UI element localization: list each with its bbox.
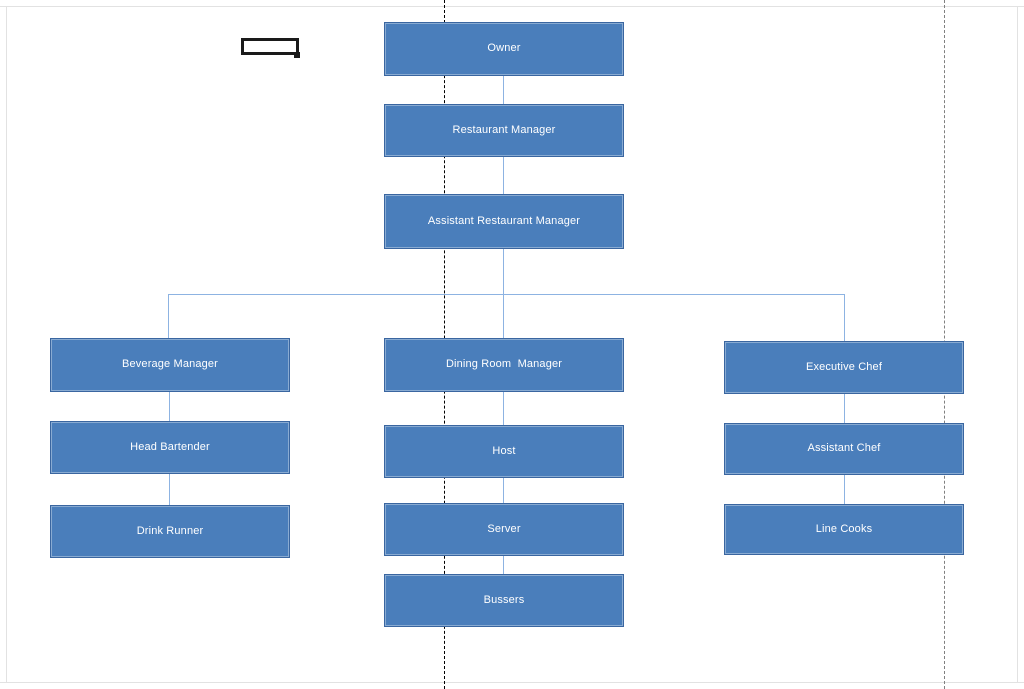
org-node-asst-chef[interactable]: Assistant Chef (724, 423, 964, 475)
connector-branch-center-drop (503, 294, 504, 338)
connector-asstchef-to-linecooks (844, 475, 845, 504)
connector-bev-to-headbar (169, 392, 170, 421)
org-chart-canvas: Owner Restaurant Manager Assistant Restaur… (0, 0, 1024, 689)
org-node-label: Assistant Restaurant Manager (427, 214, 581, 227)
org-node-label: Beverage Manager (122, 358, 218, 371)
org-node-label: Owner (487, 42, 521, 55)
org-node-line-cooks[interactable]: Line Cooks (724, 504, 964, 555)
connector-rest-mgr-to-asst-mgr (503, 157, 504, 194)
org-node-label: Drink Runner (136, 524, 204, 537)
org-node-label: Dining Room Manager (445, 358, 563, 371)
org-node-rest-mgr[interactable]: Restaurant Manager (384, 104, 624, 157)
org-node-label: Line Cooks (815, 522, 873, 535)
connector-headbar-to-drinkrunner (169, 474, 170, 505)
shape-resize-handle[interactable] (294, 52, 300, 58)
connector-dining-to-host (503, 392, 504, 425)
org-node-label: Restaurant Manager (452, 123, 556, 136)
page-border-bottom (0, 682, 1024, 683)
page-border-left (6, 6, 7, 683)
connector-branch-bus (168, 294, 845, 295)
connector-asst-mgr-drop (503, 249, 504, 294)
page-border-right (1017, 6, 1018, 683)
org-node-owner[interactable]: Owner (384, 22, 624, 76)
connector-branch-right-drop (844, 294, 845, 341)
page-border-top (0, 6, 1024, 7)
org-node-exec-chef[interactable]: Executive Chef (724, 341, 964, 394)
org-node-label: Bussers (483, 593, 525, 606)
org-node-label: Assistant Chef (807, 442, 881, 455)
org-node-bussers[interactable]: Bussers (384, 574, 624, 627)
org-node-server[interactable]: Server (384, 503, 624, 556)
org-node-bev-mgr[interactable]: Beverage Manager (50, 338, 290, 392)
org-node-label: Server (487, 522, 521, 535)
connector-branch-left-drop (168, 294, 169, 338)
org-node-drink-run[interactable]: Drink Runner (50, 505, 290, 558)
org-node-dining-mgr[interactable]: Dining Room Manager (384, 338, 624, 392)
org-node-head-bar[interactable]: Head Bartender (50, 421, 290, 474)
connector-owner-to-rest-mgr (503, 76, 504, 104)
connector-host-to-server (503, 478, 504, 503)
connector-exec-to-asstchef (844, 394, 845, 423)
connector-server-to-bussers (503, 556, 504, 574)
org-node-label: Head Bartender (130, 440, 210, 453)
org-node-label: Host (492, 444, 516, 457)
org-node-host[interactable]: Host (384, 425, 624, 478)
org-node-label: Executive Chef (805, 360, 883, 373)
org-node-asst-mgr[interactable]: Assistant Restaurant Manager (384, 194, 624, 249)
empty-rectangle-shape[interactable] (241, 38, 299, 55)
